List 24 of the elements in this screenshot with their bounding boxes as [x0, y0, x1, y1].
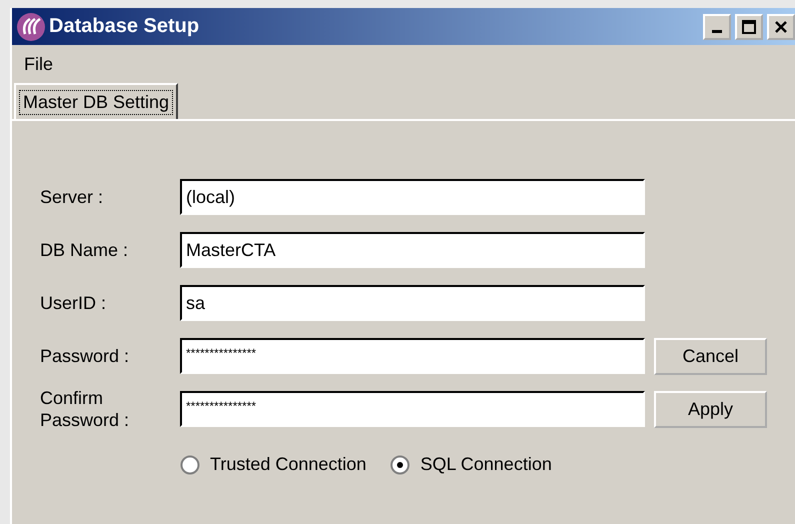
minimize-icon: [712, 30, 722, 33]
tab[interactable]: Master DB Setting: [14, 83, 178, 119]
radio-option[interactable]: Trusted Connection: [180, 454, 366, 475]
input-field[interactable]: sa: [180, 285, 645, 321]
minimize-button[interactable]: [703, 14, 731, 40]
action-button[interactable]: Apply: [654, 390, 767, 428]
action-button[interactable]: Cancel: [654, 338, 767, 374]
field-label: UserID :: [40, 292, 108, 314]
radio-option[interactable]: SQL Connection: [390, 454, 552, 475]
field-label: DB Name :: [40, 239, 130, 261]
app-logo-icon: [16, 12, 46, 42]
input-field[interactable]: (local): [180, 179, 645, 215]
input-field[interactable]: MasterCTA: [180, 232, 645, 268]
field-label: Server :: [40, 186, 104, 208]
field-label: Confirm Password :: [40, 387, 130, 431]
maximize-button[interactable]: [735, 14, 763, 40]
password-field[interactable]: ***************: [180, 391, 645, 427]
close-icon: [774, 20, 788, 34]
close-button[interactable]: [767, 14, 795, 40]
window-title: Database Setup: [49, 15, 200, 38]
menu-item[interactable]: File: [20, 54, 58, 74]
password-field[interactable]: ***************: [180, 338, 645, 374]
field-label: Password :: [40, 345, 130, 367]
maximize-icon: [742, 20, 756, 34]
